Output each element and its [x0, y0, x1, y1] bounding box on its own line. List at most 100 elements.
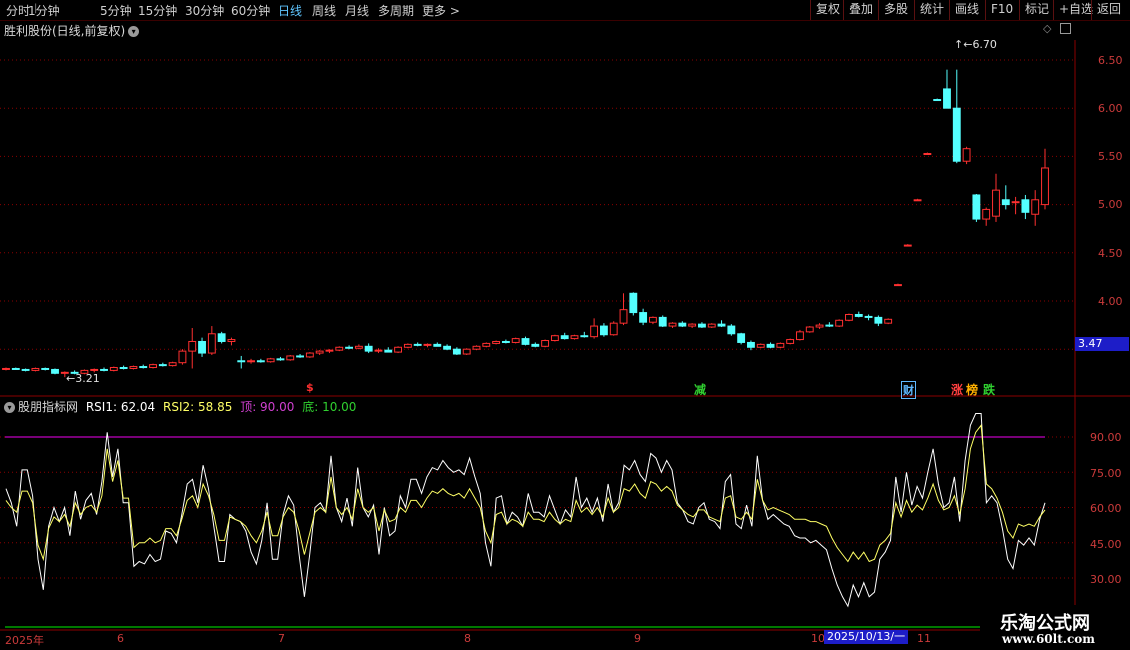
rsi-tick: 45.00 — [1090, 538, 1122, 551]
candle-body — [158, 364, 167, 367]
multi-stock-button[interactable]: 多股 — [878, 0, 913, 20]
period-intraday[interactable]: 分时 — [6, 2, 30, 19]
price-tick: 4.50 — [1098, 247, 1123, 260]
arrow-icon: ← — [66, 372, 76, 385]
candle-body — [296, 355, 304, 358]
candle-body — [31, 367, 40, 371]
kline-chart — [0, 40, 1130, 631]
period-60min[interactable]: 60分钟 — [231, 2, 270, 19]
candle-body — [109, 367, 118, 371]
candle-body — [492, 340, 501, 344]
candle-body — [119, 367, 128, 370]
rsi2-series — [5, 423, 1046, 563]
candle-body — [913, 199, 922, 202]
candle-body — [933, 99, 942, 102]
candle-body — [560, 335, 569, 340]
candle-body — [698, 323, 706, 328]
period-30min[interactable]: 30分钟 — [185, 2, 224, 19]
candle-body — [325, 349, 334, 352]
candle-body — [168, 362, 177, 367]
draw-button[interactable]: 画线 — [949, 0, 984, 20]
candle-body — [550, 335, 559, 342]
period-daily[interactable]: 日线 — [278, 2, 302, 19]
period-more[interactable]: 更多 > — [422, 2, 460, 19]
candlestick-series — [2, 69, 1049, 378]
bottom-label: 底: 10.00 — [302, 400, 357, 414]
candle-body — [198, 340, 206, 354]
event-marker[interactable]: 榜 — [966, 381, 978, 398]
candle-body — [678, 322, 687, 327]
candle-body — [688, 323, 697, 327]
rsi-tick: 60.00 — [1090, 502, 1122, 515]
candle-body — [217, 333, 226, 342]
candle-body — [433, 343, 442, 347]
candle-body — [178, 350, 187, 364]
chevron-down-icon[interactable]: ▾ — [4, 402, 15, 413]
candle-body — [845, 313, 853, 321]
period-1min[interactable]: 1分钟 — [28, 2, 60, 19]
event-marker[interactable]: 财 — [901, 381, 916, 399]
period-weekly[interactable]: 周线 — [312, 2, 336, 19]
indicator-header: ▾ 股朋指标网 RSI1: 62.04 RSI2: 58.85 顶: 90.00 … — [4, 398, 356, 415]
period-monthly[interactable]: 月线 — [345, 2, 369, 19]
candle-body — [796, 331, 804, 341]
candle-body — [403, 343, 412, 348]
candle-body — [952, 107, 961, 162]
candle-body — [452, 348, 461, 355]
candle-body — [462, 348, 471, 355]
candle-body — [11, 367, 20, 370]
mark-button[interactable]: 标记 — [1019, 0, 1054, 20]
stats-button[interactable]: 统计 — [914, 0, 949, 20]
watermark-url: www.60lt.com — [1002, 632, 1095, 646]
current-price-tag: 3.47 — [1075, 337, 1129, 351]
candle-body — [727, 325, 736, 335]
indicator-name[interactable]: 股朋指标网 — [18, 400, 78, 414]
candle-body — [482, 342, 491, 347]
period-5min[interactable]: 5分钟 — [100, 2, 132, 19]
candle-body — [923, 153, 932, 156]
candle-body — [531, 343, 540, 347]
candle-body — [1031, 199, 1040, 215]
candle-body — [51, 368, 59, 374]
date-tick: 11 — [917, 632, 931, 645]
candle-body — [580, 335, 589, 338]
candle-body — [1011, 201, 1020, 204]
rsi-tick: 90.00 — [1090, 431, 1122, 444]
low-annotation: ←3.21 — [66, 372, 100, 385]
date-tick: 7 — [278, 632, 285, 645]
candle-body — [227, 339, 236, 342]
candle-body — [854, 313, 863, 317]
price-tick: 5.50 — [1098, 150, 1123, 163]
candle-body — [354, 345, 363, 349]
event-marker[interactable]: 涨 — [951, 381, 963, 398]
top-label: 顶: 90.00 — [240, 400, 295, 414]
candle-body — [599, 325, 608, 336]
candle-body — [766, 343, 775, 348]
top-toolbar: 分时 | 1分钟 5分钟 15分钟 30分钟 60分钟 日线 周线 月线 多周期… — [0, 0, 1130, 21]
event-marker[interactable]: 跌 — [983, 381, 995, 398]
candle-body — [139, 366, 148, 369]
candle-body — [658, 316, 667, 327]
candle-body — [648, 316, 657, 323]
rsi-tick: 75.00 — [1090, 467, 1122, 480]
candle-body — [188, 340, 197, 352]
candle-body — [943, 88, 951, 109]
candle-body — [384, 349, 393, 353]
price-tick: 6.00 — [1098, 102, 1123, 115]
f10-button[interactable]: F10 — [985, 0, 1018, 20]
candle-body — [511, 338, 520, 343]
candle-body — [129, 366, 138, 369]
candle-body — [247, 360, 255, 363]
overlay-button[interactable]: 叠加 — [843, 0, 878, 20]
adjust-button[interactable]: 复权 — [810, 0, 845, 20]
period-15min[interactable]: 15分钟 — [138, 2, 177, 19]
event-marker[interactable]: 减 — [694, 381, 706, 398]
price-tick: 5.00 — [1098, 198, 1123, 211]
back-button[interactable]: 返回 — [1091, 0, 1126, 20]
candle-body — [874, 316, 883, 324]
event-marker[interactable]: $ — [306, 381, 314, 394]
period-multi[interactable]: 多周期 — [378, 2, 414, 19]
candle-body — [982, 208, 991, 220]
price-tick: 6.50 — [1098, 54, 1123, 67]
candle-body — [541, 340, 550, 347]
